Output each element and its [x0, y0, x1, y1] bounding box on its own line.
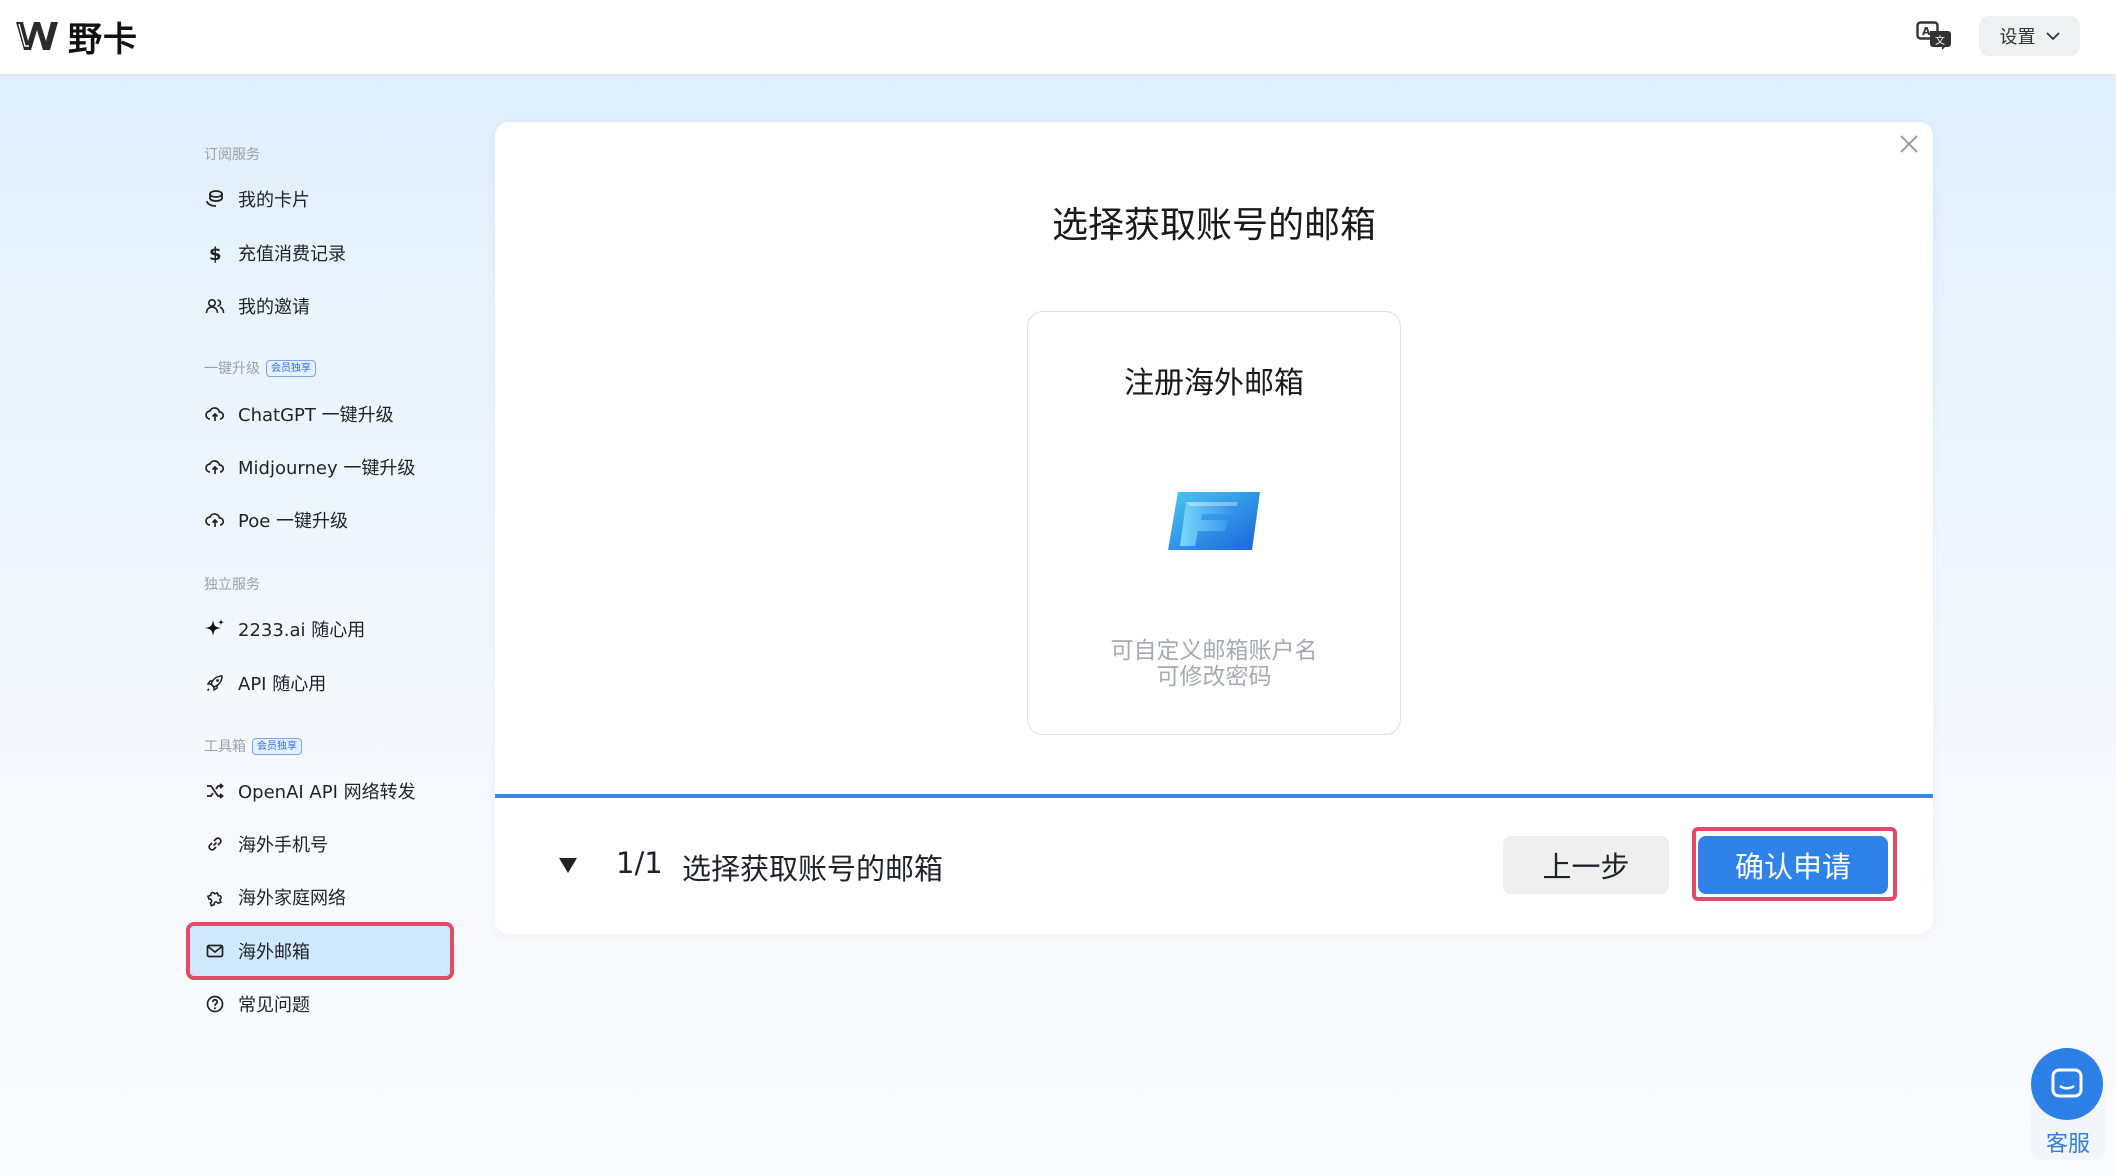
caret-down-icon[interactable]	[556, 853, 580, 877]
sidebar-item-label: 我的卡片	[238, 190, 310, 211]
previous-step-button[interactable]: 上一步	[1503, 836, 1669, 894]
chevron-down-icon	[2045, 32, 2060, 41]
section-subscription: 订阅服务	[204, 147, 260, 163]
sidebar-item-label: 常见问题	[238, 995, 310, 1016]
translate-button[interactable]: A 文	[1912, 16, 1956, 56]
option-register-overseas-email[interactable]: 注册海外邮箱 可自定义邮箱账户名 可修改密码	[1027, 311, 1401, 735]
sidebar-item-label: 海外家庭网络	[238, 888, 346, 909]
sidebar-item-chatgpt-upgrade[interactable]: ChatGPT 一键升级	[190, 389, 450, 439]
sidebar-item-2233ai[interactable]: 2233.ai 随心用	[190, 604, 450, 654]
sidebar-item-label: API 随心用	[238, 674, 327, 695]
w-logo-icon	[16, 22, 58, 50]
dollar-icon: $	[204, 242, 226, 264]
settings-label: 设置	[1999, 27, 2036, 48]
sidebar-item-label: Poe 一键升级	[238, 511, 349, 532]
phone-link-icon	[204, 833, 226, 855]
option-title: 注册海外邮箱	[1124, 366, 1304, 401]
sidebar-item-label: 充值消费记录	[238, 244, 346, 265]
confirm-apply-button[interactable]: 确认申请	[1698, 836, 1888, 894]
puzzle-icon	[204, 886, 226, 908]
shuffle-icon	[204, 780, 226, 802]
brand-name: 野卡	[68, 19, 138, 60]
sidebar-item-faq[interactable]: 常见问题	[190, 979, 450, 1029]
sidebar-item-my-cards[interactable]: 我的卡片	[190, 174, 450, 224]
cloud-upload-icon	[204, 403, 226, 425]
sidebar-item-overseas-home-network[interactable]: 海外家庭网络	[190, 872, 450, 922]
dialog-title: 选择获取账号的邮箱	[1051, 205, 1376, 246]
sidebar-item-overseas-email[interactable]: 海外邮箱	[186, 922, 454, 980]
sidebar-item-my-invites[interactable]: 我的邀请	[190, 281, 450, 331]
sidebar-item-poe-upgrade[interactable]: Poe 一键升级	[190, 495, 450, 545]
section-one-click-upgrade: 一键升级 会员独享	[204, 358, 316, 378]
close-icon[interactable]	[1897, 132, 1921, 156]
sidebar-item-label: 2233.ai 随心用	[238, 620, 366, 641]
cloud-upload-icon	[204, 509, 226, 531]
mail-provider-logo-icon	[1168, 492, 1260, 550]
section-toolbox: 工具箱 会员独享	[204, 736, 302, 756]
sidebar-item-midjourney-upgrade[interactable]: Midjourney 一键升级	[190, 442, 450, 492]
option-description: 可自定义邮箱账户名 可修改密码	[1110, 638, 1318, 690]
sidebar-item-openai-api-proxy[interactable]: OpenAI API 网络转发	[190, 766, 450, 816]
sidebar-item-label: 海外手机号	[238, 835, 328, 856]
step-count: 1/1	[616, 846, 663, 880]
section-independent-services: 独立服务	[204, 577, 260, 593]
svg-text:$: $	[209, 244, 222, 263]
sidebar-item-label: 海外邮箱	[238, 942, 310, 963]
sidebar-item-label: 我的邀请	[238, 297, 310, 318]
users-icon	[204, 295, 226, 317]
help-circle-icon	[204, 993, 226, 1015]
progress-bar	[495, 794, 1933, 798]
sparkle-icon	[204, 618, 226, 640]
support-label: 客服	[2045, 1132, 2090, 1157]
member-badge: 会员独享	[266, 359, 316, 377]
sidebar-item-overseas-phone[interactable]: 海外手机号	[190, 819, 450, 869]
sidebar-item-api[interactable]: API 随心用	[190, 658, 450, 708]
cloud-upload-icon	[204, 456, 226, 478]
coins-icon	[204, 188, 226, 210]
sidebar-item-label: OpenAI API 网络转发	[238, 782, 416, 803]
sidebar-item-recharge-records[interactable]: $ 充值消费记录	[190, 228, 450, 278]
sidebar-item-label: ChatGPT 一键升级	[238, 405, 394, 426]
customer-service-widget[interactable]: 客服	[2031, 1048, 2105, 1160]
rocket-icon	[204, 672, 226, 694]
settings-dropdown[interactable]: 设置	[1979, 16, 2080, 56]
step-label: 选择获取账号的邮箱	[682, 852, 944, 886]
brand-logo[interactable]: 野卡	[14, 14, 138, 60]
top-bar: 野卡 A 文 设置	[0, 0, 2116, 74]
translate-icon: A 文	[1916, 21, 1951, 50]
chat-icon	[2031, 1048, 2103, 1120]
member-badge: 会员独享	[252, 737, 302, 755]
svg-text:A: A	[1922, 25, 1931, 38]
sidebar-item-label: Midjourney 一键升级	[238, 458, 416, 479]
svg-text:文: 文	[1935, 34, 1945, 47]
mail-icon	[204, 940, 226, 962]
